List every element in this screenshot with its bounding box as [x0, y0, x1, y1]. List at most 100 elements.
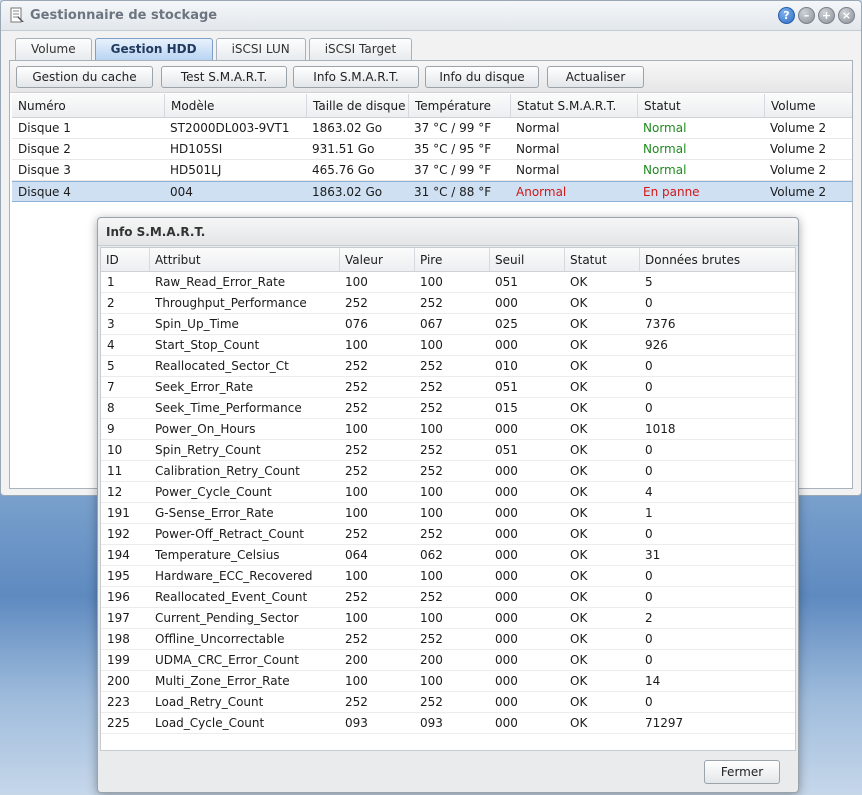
smart-row[interactable]: 10 Spin_Retry_Count 252 252 051 OK 0: [101, 440, 795, 461]
toolbar-button-1[interactable]: Gestion du cache: [16, 66, 153, 88]
toolbar-button-4[interactable]: Info du disque: [425, 66, 539, 88]
table-row[interactable]: Disque 1 ST2000DL003-9VT1 1863.02 Go 37 °C …: [12, 118, 852, 139]
smart-cell: Seek_Time_Performance: [155, 401, 302, 415]
minimize-icon[interactable]: –: [798, 7, 815, 24]
column-header[interactable]: Valeur: [339, 248, 414, 271]
tab-iscsi-lun[interactable]: iSCSI LUN: [215, 38, 306, 60]
smart-row[interactable]: 196 Reallocated_Event_Count 252 252 000 OK 0: [101, 587, 795, 608]
column-header[interactable]: Pire: [414, 248, 489, 271]
tab-iscsi-target[interactable]: iSCSI Target: [308, 38, 413, 60]
smart-row[interactable]: 192 Power-Off_Retract_Count 252 252 000 OK 0: [101, 524, 795, 545]
smart-cell: 000: [495, 611, 518, 625]
smart-row[interactable]: 3 Spin_Up_Time 076 067 025 OK 7376: [101, 314, 795, 335]
smart-row[interactable]: 225 Load_Cycle_Count 093 093 000 OK 71297: [101, 713, 795, 734]
smart-cell: Temperature_Celsius: [155, 548, 280, 562]
smart-cell: 000: [495, 296, 518, 310]
table-cell: ST2000DL003-9VT1: [170, 121, 290, 135]
smart-cell: 252: [345, 632, 368, 646]
smart-cell: 252: [420, 443, 443, 457]
smart-cell: 100: [345, 275, 368, 289]
smart-row[interactable]: 223 Load_Retry_Count 252 252 000 OK 0: [101, 692, 795, 713]
smart-cell: Hardware_ECC_Recovered: [155, 569, 313, 583]
table-cell: Volume 2: [770, 121, 827, 135]
column-header[interactable]: Statut: [637, 94, 764, 117]
smart-cell: 10: [107, 443, 123, 457]
smart-cell: 2: [107, 296, 115, 310]
smart-cell: 252: [420, 695, 443, 709]
smart-cell: 100: [420, 569, 443, 583]
smart-cell: Start_Stop_Count: [155, 338, 260, 352]
smart-cell: OK: [570, 317, 588, 331]
smart-table-header: ID Attribut Valeur Pire Seuil Statut Données b…: [101, 248, 795, 272]
smart-cell: 252: [420, 527, 443, 541]
smart-cell: OK: [570, 359, 588, 373]
column-header[interactable]: Modèle: [164, 94, 306, 117]
help-icon[interactable]: ?: [778, 7, 795, 24]
close-button[interactable]: Fermer: [704, 760, 780, 784]
toolbar-button-3[interactable]: Info S.M.A.R.T.: [293, 66, 419, 88]
smart-cell: 100: [420, 485, 443, 499]
column-header[interactable]: Statut S.M.A.R.T.: [510, 94, 637, 117]
smart-cell: 8: [107, 401, 115, 415]
smart-cell: 000: [495, 674, 518, 688]
smart-row[interactable]: 200 Multi_Zone_Error_Rate 100 100 000 OK 14: [101, 671, 795, 692]
tab-volume[interactable]: Volume: [15, 38, 92, 60]
smart-cell: OK: [570, 632, 588, 646]
smart-row[interactable]: 199 UDMA_CRC_Error_Count 200 200 000 OK 0: [101, 650, 795, 671]
smart-cell: 252: [345, 359, 368, 373]
smart-row[interactable]: 2 Throughput_Performance 252 252 000 OK 0: [101, 293, 795, 314]
smart-cell: OK: [570, 443, 588, 457]
table-row[interactable]: Disque 4 004 1863.02 Go 31 °C / 88 °F Anorma…: [12, 181, 852, 202]
smart-row[interactable]: 1 Raw_Read_Error_Rate 100 100 051 OK 5: [101, 272, 795, 293]
column-header[interactable]: Données brutes: [639, 248, 791, 271]
smart-cell: Spin_Retry_Count: [155, 443, 261, 457]
column-header[interactable]: Seuil: [489, 248, 564, 271]
column-header[interactable]: Attribut: [149, 248, 339, 271]
smart-cell: 000: [495, 527, 518, 541]
toolbar: Gestion du cache Test S.M.A.R.T. Info S.M.…: [10, 61, 852, 93]
toolbar-button-2[interactable]: Test S.M.A.R.T.: [161, 66, 287, 88]
smart-cell: 200: [345, 653, 368, 667]
smart-cell: 3: [107, 317, 115, 331]
column-header[interactable]: Taille de disque: [306, 94, 408, 117]
smart-cell: 252: [420, 632, 443, 646]
storage-manager-icon: [10, 7, 24, 23]
column-header[interactable]: Température: [408, 94, 510, 117]
smart-cell: 0: [645, 569, 653, 583]
smart-cell: 051: [495, 443, 518, 457]
smart-cell: 5: [645, 275, 653, 289]
smart-row[interactable]: 4 Start_Stop_Count 100 100 000 OK 926: [101, 335, 795, 356]
smart-row[interactable]: 9 Power_On_Hours 100 100 000 OK 1018: [101, 419, 795, 440]
maximize-icon[interactable]: +: [818, 7, 835, 24]
table-cell: Volume 2: [770, 142, 827, 156]
smart-cell: 100: [345, 338, 368, 352]
smart-cell: OK: [570, 569, 588, 583]
column-header[interactable]: Volume: [764, 94, 852, 117]
smart-row[interactable]: 8 Seek_Time_Performance 252 252 015 OK 0: [101, 398, 795, 419]
smart-row[interactable]: 11 Calibration_Retry_Count 252 252 000 OK 0: [101, 461, 795, 482]
column-header[interactable]: Numéro: [12, 94, 164, 117]
column-header[interactable]: Statut: [564, 248, 639, 271]
table-cell: 465.76 Go: [312, 163, 375, 177]
smart-cell: Calibration_Retry_Count: [155, 464, 300, 478]
smart-cell: G-Sense_Error_Rate: [155, 506, 274, 520]
table-row[interactable]: Disque 3 HD501LJ 465.76 Go 37 °C / 99 °F Nor…: [12, 160, 852, 181]
smart-row[interactable]: 7 Seek_Error_Rate 252 252 051 OK 0: [101, 377, 795, 398]
smart-row[interactable]: 12 Power_Cycle_Count 100 100 000 OK 4: [101, 482, 795, 503]
smart-row[interactable]: 5 Reallocated_Sector_Ct 252 252 010 OK 0: [101, 356, 795, 377]
smart-row[interactable]: 197 Current_Pending_Sector 100 100 000 OK 2: [101, 608, 795, 629]
smart-cell: 015: [495, 401, 518, 415]
table-row[interactable]: Disque 2 HD105SI 931.51 Go 35 °C / 95 °F Nor…: [12, 139, 852, 160]
smart-row[interactable]: 198 Offline_Uncorrectable 252 252 000 OK 0: [101, 629, 795, 650]
toolbar-button-5[interactable]: Actualiser: [547, 66, 644, 88]
smart-cell: 225: [107, 716, 130, 730]
smart-row[interactable]: 194 Temperature_Celsius 064 062 000 OK 31: [101, 545, 795, 566]
table-cell: Volume 2: [770, 185, 827, 199]
smart-cell: 1: [645, 506, 653, 520]
smart-row[interactable]: 195 Hardware_ECC_Recovered 100 100 000 OK 0: [101, 566, 795, 587]
tab-gestion-hdd[interactable]: Gestion HDD: [94, 38, 213, 60]
smart-cell: 000: [495, 548, 518, 562]
smart-row[interactable]: 191 G-Sense_Error_Rate 100 100 000 OK 1: [101, 503, 795, 524]
column-header[interactable]: ID: [101, 248, 149, 271]
close-icon[interactable]: ×: [838, 7, 855, 24]
